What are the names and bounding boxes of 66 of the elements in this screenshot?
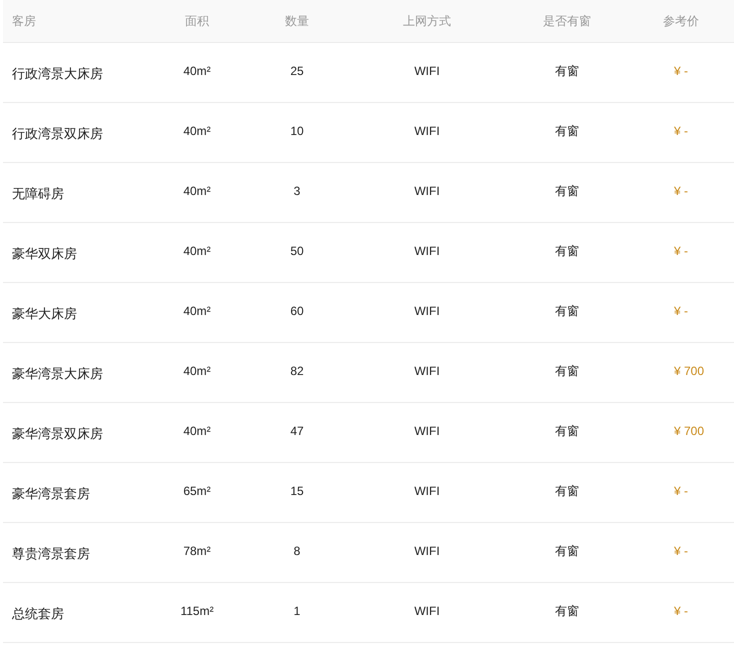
quantity-value: 15 [247,462,347,522]
price-value: ¥ - [627,102,734,162]
window-status: 有窗 [507,342,627,402]
internet-type: WIFI [347,582,507,642]
internet-type: WIFI [347,102,507,162]
column-header: 面积 [147,0,247,42]
internet-type: WIFI [347,522,507,582]
area-value: 40m² [147,162,247,222]
quantity-value: 60 [247,282,347,342]
price-value: ¥ - [627,582,734,642]
window-status: 有窗 [507,42,627,102]
column-header: 是否有窗 [507,0,627,42]
column-header: 上网方式 [347,0,507,42]
room-name: 豪华大床房 [3,282,147,342]
area-value: 40m² [147,42,247,102]
column-header: 参考价 [627,0,734,42]
quantity-value: 25 [247,42,347,102]
room-name: 尊贵湾景套房 [3,522,147,582]
quantity-value: 8 [247,522,347,582]
room-name: 总统套房 [3,582,147,642]
quantity-value: 47 [247,402,347,462]
quantity-value: 50 [247,222,347,282]
window-status: 有窗 [507,402,627,462]
room-name: 豪华湾景大床房 [3,342,147,402]
window-status: 有窗 [507,522,627,582]
internet-type: WIFI [347,162,507,222]
area-value: 78m² [147,522,247,582]
internet-type: WIFI [347,462,507,522]
price-value: ¥ - [627,522,734,582]
quantity-value: 10 [247,102,347,162]
room-name: 豪华双床房 [3,222,147,282]
quantity-value: 1 [247,582,347,642]
internet-type: WIFI [347,222,507,282]
price-value: ¥ - [627,42,734,102]
internet-type: WIFI [347,342,507,402]
area-value: 65m² [147,462,247,522]
window-status: 有窗 [507,582,627,642]
column-header: 数量 [247,0,347,42]
price-value: ¥ - [627,282,734,342]
window-status: 有窗 [507,102,627,162]
window-status: 有窗 [507,282,627,342]
area-value: 40m² [147,102,247,162]
price-value: ¥ - [627,462,734,522]
window-status: 有窗 [507,162,627,222]
price-value: ¥ - [627,162,734,222]
internet-type: WIFI [347,282,507,342]
quantity-value: 3 [247,162,347,222]
internet-type: WIFI [347,402,507,462]
window-status: 有窗 [507,462,627,522]
room-name: 无障碍房 [3,162,147,222]
area-value: 40m² [147,282,247,342]
internet-type: WIFI [347,42,507,102]
room-name: 行政湾景双床房 [3,102,147,162]
area-value: 40m² [147,342,247,402]
window-status: 有窗 [507,222,627,282]
room-name: 豪华湾景套房 [3,462,147,522]
column-header: 客房 [3,0,147,42]
room-name: 行政湾景大床房 [3,42,147,102]
price-value: ¥ 700 [627,342,734,402]
room-name: 豪华湾景双床房 [3,402,147,462]
price-value: ¥ 700 [627,402,734,462]
area-value: 40m² [147,222,247,282]
area-value: 40m² [147,402,247,462]
price-value: ¥ - [627,222,734,282]
quantity-value: 82 [247,342,347,402]
area-value: 115m² [147,582,247,642]
